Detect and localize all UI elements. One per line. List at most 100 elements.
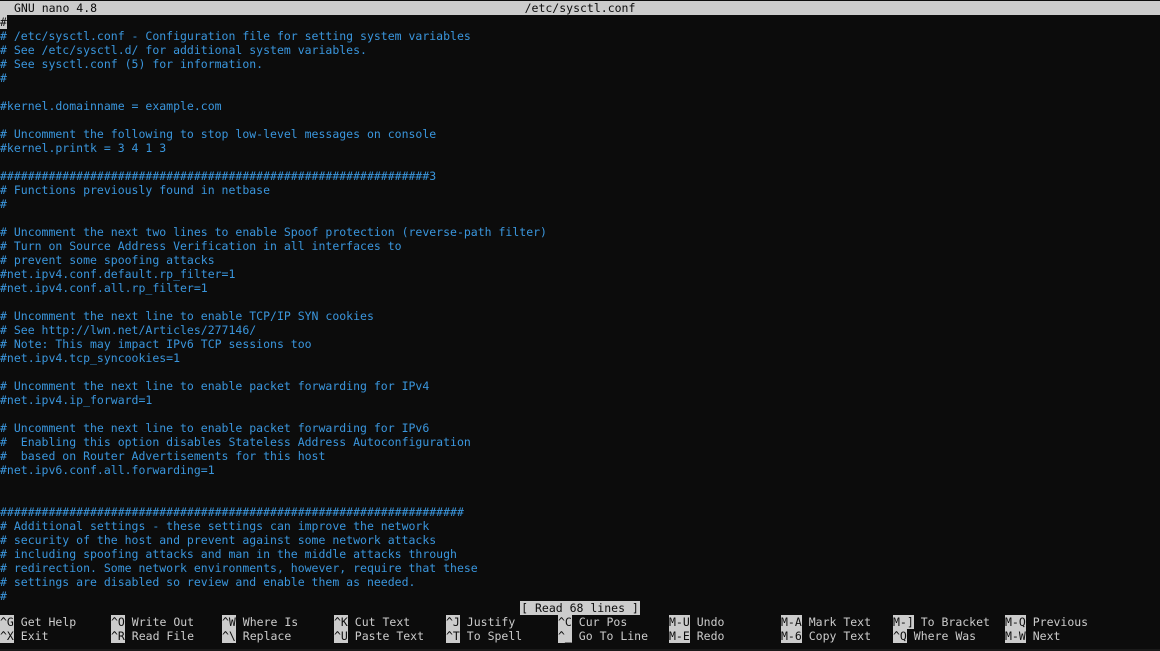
shortcut-label: Where Is [242,615,299,629]
editor-line[interactable]: # Uncomment the next two lines to enable… [0,225,1160,239]
editor-line[interactable] [0,211,1160,225]
shortcut-top-5[interactable]: ^C Cur Pos [558,615,627,629]
editor-line[interactable]: ########################################… [0,505,1160,519]
shortcut-key: ^J [446,615,460,629]
shortcut-key: M-] [893,615,914,629]
editor-line[interactable] [0,85,1160,99]
editor-line[interactable] [0,295,1160,309]
shortcut-top-8[interactable]: M-] To Bracket [893,615,990,629]
editor-line[interactable]: # prevent some spoofing attacks [0,253,1160,267]
editor-line[interactable]: # Uncomment the next line to enable pack… [0,379,1160,393]
editor-line[interactable]: # [0,15,1160,29]
shortcut-label: Redo [696,629,725,643]
shortcut-label: Replace [242,629,292,643]
shortcut-bar: ^G Get Help ^O Write Out ^W Where Is ^K Cut… [0,615,1160,643]
shortcut-key: ^O [111,615,125,629]
shortcut-key: ^\ [222,629,236,643]
text-cursor: # [0,15,7,29]
editor-line[interactable] [0,407,1160,421]
editor-line[interactable]: # Enabling this option disables Stateles… [0,435,1160,449]
shortcut-key: M-U [669,615,690,629]
editor-line[interactable]: #kernel.domainname = example.com [0,99,1160,113]
title-bar: GNU nano 4.8 /etc/sysctl.conf [0,1,1160,15]
shortcut-bottom-3[interactable]: ^U Paste Text [334,629,424,643]
shortcut-bottom-9[interactable]: M-W Next [1005,629,1060,643]
editor-line[interactable]: # See sysctl.conf (5) for information. [0,57,1160,71]
status-bar: [ Read 68 lines ] [0,601,1160,615]
editor-line[interactable]: #net.ipv4.conf.all.rp_filter=1 [0,281,1160,295]
shortcut-bottom-6[interactable]: M-E Redo [669,629,724,643]
shortcut-label: Cut Text [354,615,411,629]
editor-line[interactable]: # Note: This may impact IPv6 TCP session… [0,337,1160,351]
shortcut-label: Write Out [131,615,195,629]
editor-line[interactable] [0,113,1160,127]
shortcut-top-1[interactable]: ^O Write Out [111,615,194,629]
editor-line[interactable]: #net.ipv6.conf.all.forwarding=1 [0,463,1160,477]
editor-line[interactable]: # Additional settings - these settings c… [0,519,1160,533]
shortcut-label: Get Help [20,615,77,629]
editor-line[interactable]: # See http://lwn.net/Articles/277146/ [0,323,1160,337]
editor-line[interactable]: # Uncomment the next line to enable TCP/… [0,309,1160,323]
shortcut-bottom-2[interactable]: ^\ Replace [222,629,291,643]
shortcut-top-4[interactable]: ^J Justify [446,615,515,629]
editor-line[interactable]: #kernel.printk = 3 4 1 3 [0,141,1160,155]
editor-line[interactable] [0,477,1160,491]
editor-line[interactable]: ########################################… [0,169,1160,183]
shortcut-top-7[interactable]: M-A Mark Text [781,615,871,629]
shortcut-bottom-1[interactable]: ^R Read File [111,629,194,643]
editor-line[interactable]: #net.ipv4.ip_forward=1 [0,393,1160,407]
shortcut-top-9[interactable]: M-Q Previous [1005,615,1088,629]
shortcut-key: ^K [334,615,348,629]
shortcut-label: Cur Pos [578,615,628,629]
editor-line[interactable]: # Functions previously found in netbase [0,183,1160,197]
editor-area[interactable]: # # /etc/sysctl.conf - Configuration file… [0,15,1160,603]
shortcut-label: Exit [20,629,49,643]
shortcut-top-3[interactable]: ^K Cut Text [334,615,410,629]
shortcut-label: Paste Text [354,629,425,643]
shortcut-label: Copy Text [808,629,872,643]
shortcut-key: ^Q [893,629,907,643]
editor-line[interactable]: # Uncomment the next line to enable pack… [0,421,1160,435]
shortcut-label: To Spell [466,629,523,643]
editor-line[interactable]: # including spoofing attacks and man in … [0,547,1160,561]
status-message: [ Read 68 lines ] [520,601,640,615]
shortcut-bottom-8[interactable]: ^Q Where Was [893,629,976,643]
shortcut-label: Next [1032,629,1061,643]
editor-line[interactable]: # Turn on Source Address Verification in… [0,239,1160,253]
editor-line[interactable]: # [0,71,1160,85]
editor-line[interactable] [0,491,1160,505]
shortcut-bottom-0[interactable]: ^X Exit [0,629,49,643]
editor-line[interactable]: # See /etc/sysctl.d/ for additional syst… [0,43,1160,57]
editor-line[interactable]: # Uncomment the following to stop low-le… [0,127,1160,141]
shortcut-label: Go To Line [578,629,649,643]
shortcut-top-0[interactable]: ^G Get Help [0,615,76,629]
shortcut-key: ^_ [558,629,572,643]
shortcut-top-2[interactable]: ^W Where Is [222,615,298,629]
editor-line[interactable]: #net.ipv4.conf.default.rp_filter=1 [0,267,1160,281]
editor-line[interactable]: # [0,197,1160,211]
shortcut-label: Mark Text [808,615,872,629]
shortcut-label: To Bracket [920,615,990,629]
shortcut-top-6[interactable]: M-U Undo [669,615,724,629]
shortcut-bottom-7[interactable]: M-6 Copy Text [781,629,871,643]
editor-line[interactable] [0,155,1160,169]
editor-line[interactable]: # security of the host and prevent again… [0,533,1160,547]
shortcut-bottom-5[interactable]: ^_ Go To Line [558,629,648,643]
shortcut-key: ^G [0,615,14,629]
shortcut-bottom-4[interactable]: ^T To Spell [446,629,522,643]
shortcut-key: M-Q [1005,615,1026,629]
editor-line[interactable]: #net.ipv4.tcp_syncookies=1 [0,351,1160,365]
shortcut-key: ^U [334,629,348,643]
shortcut-key: ^R [111,629,125,643]
shortcut-key: M-6 [781,629,802,643]
editor-line[interactable]: # based on Router Advertisements for thi… [0,449,1160,463]
shortcut-label: Where Was [913,629,977,643]
editor-line[interactable]: # settings are disabled so review and en… [0,575,1160,589]
editor-line[interactable]: # redirection. Some network environments… [0,561,1160,575]
shortcut-key: M-W [1005,629,1026,643]
shortcut-key: ^C [558,615,572,629]
editor-line[interactable]: # /etc/sysctl.conf - Configuration file … [0,29,1160,43]
shortcut-key: ^T [446,629,460,643]
editor-line[interactable] [0,365,1160,379]
shortcut-key: ^X [0,629,14,643]
